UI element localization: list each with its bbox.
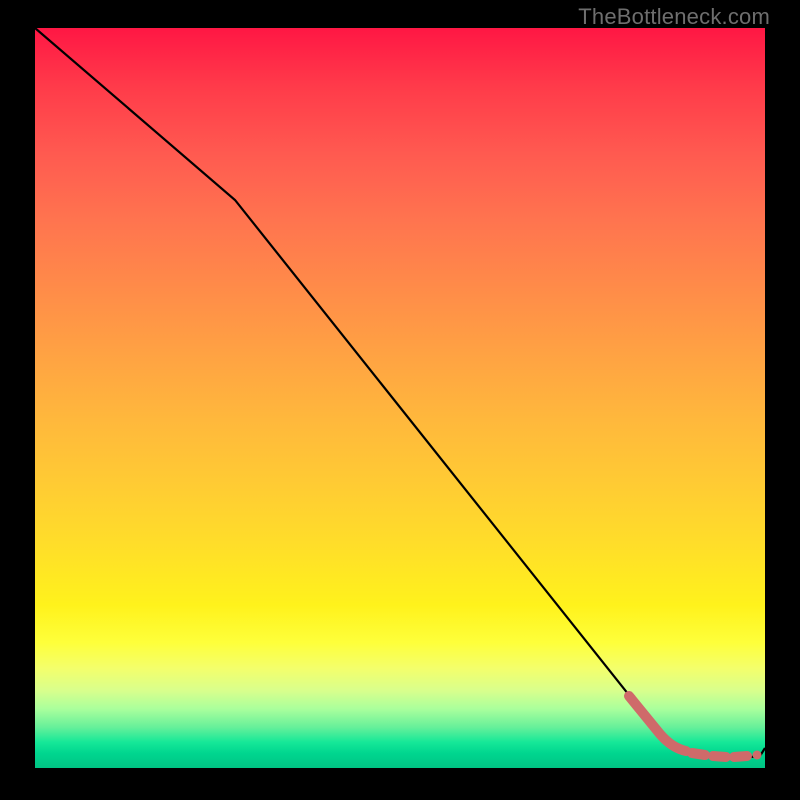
chart-frame: TheBottleneck.com <box>0 0 800 800</box>
curve-main <box>35 28 765 758</box>
chart-svg <box>35 28 765 768</box>
watermark-text: TheBottleneck.com <box>578 4 770 30</box>
highlight-end-dot <box>753 751 762 760</box>
plot-area <box>35 28 765 768</box>
highlight-segment <box>629 696 686 751</box>
highlight-dashes <box>692 753 747 757</box>
